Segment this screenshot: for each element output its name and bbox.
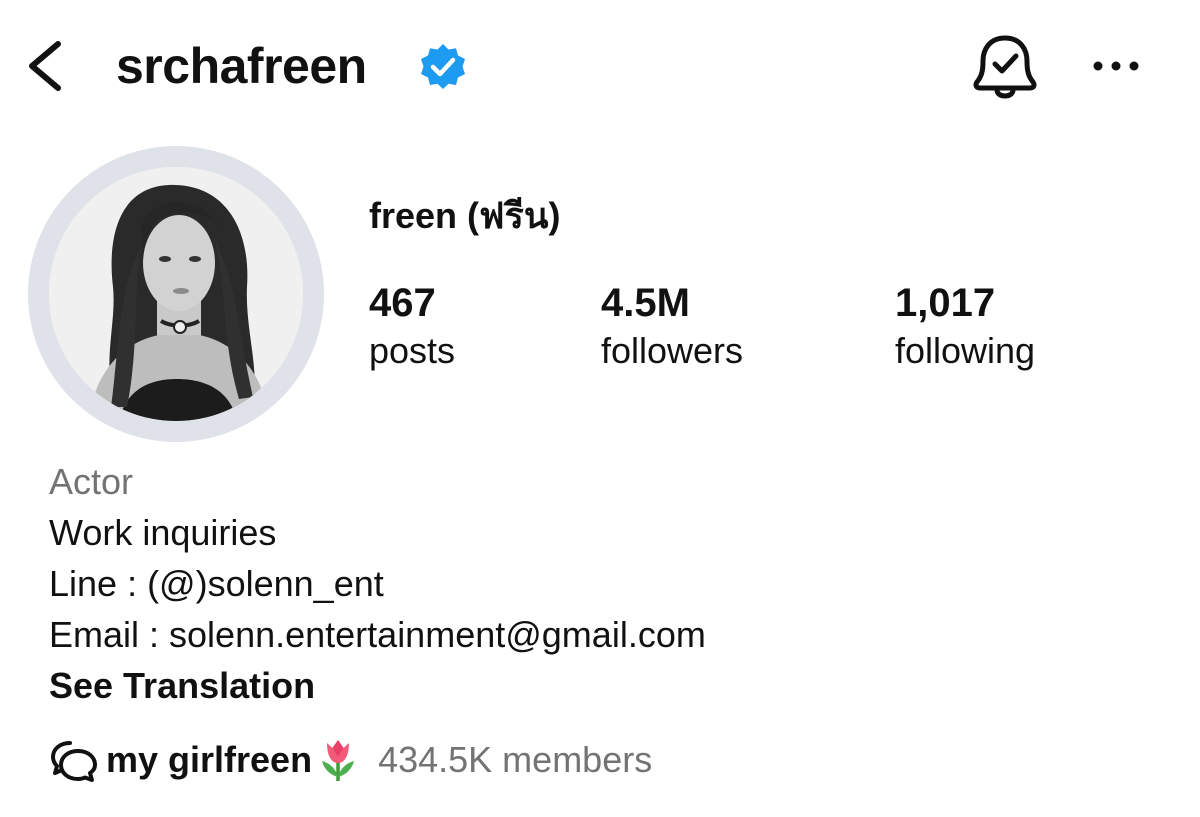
back-arrow-icon[interactable] — [18, 34, 74, 98]
posts-stat[interactable]: 467 posts — [369, 280, 455, 374]
bell-check-icon[interactable] — [968, 30, 1042, 104]
verified-badge-icon — [421, 44, 465, 89]
see-translation-link[interactable]: See Translation — [49, 660, 706, 711]
profile-display-name: freen (ฟรีน) — [369, 195, 561, 236]
followers-count: 4.5M — [601, 281, 690, 325]
followers-label: followers — [601, 330, 744, 371]
avatar[interactable] — [49, 167, 303, 421]
chat-bubbles-icon — [51, 741, 97, 782]
posts-label: posts — [369, 330, 456, 371]
posts-count: 467 — [369, 281, 436, 325]
bio-line: Work inquiries — [49, 512, 277, 553]
channel-name: my girlfreen — [106, 739, 313, 780]
following-label: following — [895, 330, 1036, 371]
profile-bio: Actor Work inquiries Line : (@)solenn_en… — [49, 456, 706, 711]
broadcast-channel-link[interactable]: my girlfreen 434.5K members — [48, 734, 652, 786]
profile-category: Actor — [49, 461, 134, 502]
tulip-emoji-icon — [322, 740, 355, 781]
bio-line: Line : (@)solenn_ent — [49, 563, 384, 604]
channel-member-count: 434.5K members — [378, 739, 653, 780]
following-stat[interactable]: 1,017 following — [895, 280, 1035, 374]
avatar-photo — [49, 167, 303, 421]
bio-line: Email : solenn.entertainment@gmail.com — [49, 614, 706, 655]
following-count: 1,017 — [895, 281, 996, 325]
more-options-icon[interactable] — [1088, 48, 1144, 84]
followers-stat[interactable]: 4.5M followers — [601, 280, 743, 374]
profile-username: srchafreen — [116, 38, 367, 94]
